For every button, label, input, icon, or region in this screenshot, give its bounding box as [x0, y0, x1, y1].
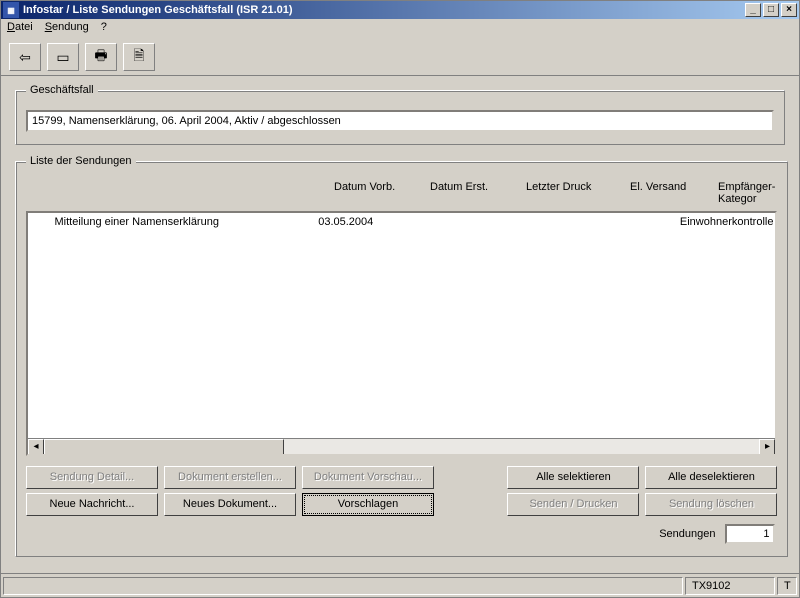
col-el-versand: El. Versand	[630, 181, 718, 205]
toolbar-print-icon[interactable]: 🖶	[85, 43, 117, 71]
statusbar: TX9102 T	[1, 573, 799, 597]
app-icon: ▦	[3, 2, 19, 18]
liste-legend: Liste der Sendungen	[26, 155, 136, 167]
menu-sendung[interactable]: Sendung	[45, 21, 89, 37]
senden-drucken-button[interactable]: Senden / Drucken	[507, 493, 639, 516]
window-title: Infostar / Liste Sendungen Geschäftsfall…	[23, 4, 743, 16]
app-window: ▦ Infostar / Liste Sendungen Geschäftsfa…	[0, 0, 800, 598]
dokument-vorschau-button[interactable]: Dokument Vorschau...	[302, 466, 434, 489]
toolbar-card-icon[interactable]: ▭	[47, 43, 79, 71]
geschaftsfall-input[interactable]	[26, 110, 774, 132]
toolbar-back-icon[interactable]: ⇦	[9, 43, 41, 71]
col-datum-vorb: Datum Vorb.	[334, 181, 430, 205]
column-headers: Datum Vorb. Datum Erst. Letzter Druck El…	[26, 177, 777, 211]
button-row-2: Neue Nachricht... Neues Dokument... Vors…	[26, 493, 777, 516]
menubar: Datei Sendung ?	[1, 19, 799, 39]
statusbar-main	[3, 577, 683, 595]
alle-deselektieren-button[interactable]: Alle deselektieren	[645, 466, 777, 489]
toolbar: ⇦ ▭ 🖶 🗎	[1, 39, 799, 76]
menu-help[interactable]: ?	[101, 21, 107, 37]
scroll-track[interactable]	[284, 439, 759, 454]
sendungen-status: Sendungen	[26, 524, 777, 544]
sendungen-label: Sendungen	[659, 528, 715, 540]
dokument-erstellen-button[interactable]: Dokument erstellen...	[164, 466, 296, 489]
row-letzter-druck	[499, 216, 597, 228]
col-letzter-druck: Letzter Druck	[526, 181, 630, 205]
titlebar: ▦ Infostar / Liste Sendungen Geschäftsfa…	[1, 1, 799, 19]
table-row[interactable]: Mitteilung einer Namenserklärung 03.05.2…	[28, 213, 775, 231]
list-area[interactable]: Mitteilung einer Namenserklärung 03.05.2…	[26, 211, 777, 456]
sendungen-count[interactable]	[725, 524, 775, 544]
vorschlagen-button[interactable]: Vorschlagen	[302, 493, 434, 516]
row-datum-erst	[409, 216, 499, 228]
sendung-loeschen-button[interactable]: Sendung löschen	[645, 493, 777, 516]
neue-nachricht-button[interactable]: Neue Nachricht...	[26, 493, 158, 516]
col-datum-erst: Datum Erst.	[430, 181, 526, 205]
neues-dokument-button[interactable]: Neues Dokument...	[164, 493, 296, 516]
statusbar-mode: T	[777, 577, 797, 595]
liste-group: Liste der Sendungen Datum Vorb. Datum Er…	[15, 155, 788, 557]
row-empf-kat: Einwohnerkontrolle	[680, 216, 774, 228]
client-area: Geschäftsfall Liste der Sendungen Datum …	[1, 76, 799, 573]
sendung-detail-button[interactable]: Sendung Detail...	[26, 466, 158, 489]
row-name: Mitteilung einer Namenserklärung	[54, 216, 318, 228]
minimize-button[interactable]: _	[745, 3, 761, 17]
row-datum-vorb: 03.05.2004	[318, 216, 408, 228]
scroll-left-icon[interactable]: ◂	[28, 439, 44, 455]
row-el-versand	[597, 216, 680, 228]
toolbar-doc-icon[interactable]: 🗎	[123, 43, 155, 71]
geschaftsfall-legend: Geschäftsfall	[26, 84, 98, 96]
menu-datei[interactable]: Datei	[7, 21, 33, 37]
maximize-button[interactable]: □	[763, 3, 779, 17]
geschaftsfall-group: Geschäftsfall	[15, 84, 785, 145]
statusbar-code: TX9102	[685, 577, 775, 595]
close-button[interactable]: ×	[781, 3, 797, 17]
button-row-1: Sendung Detail... Dokument erstellen... …	[26, 466, 777, 489]
h-scrollbar[interactable]: ◂ ▸	[28, 438, 775, 454]
col-empf-kat: Empfänger-Kategor	[718, 181, 775, 205]
alle-selektieren-button[interactable]: Alle selektieren	[507, 466, 639, 489]
scroll-right-icon[interactable]: ▸	[759, 439, 775, 455]
scroll-thumb[interactable]	[44, 439, 284, 455]
